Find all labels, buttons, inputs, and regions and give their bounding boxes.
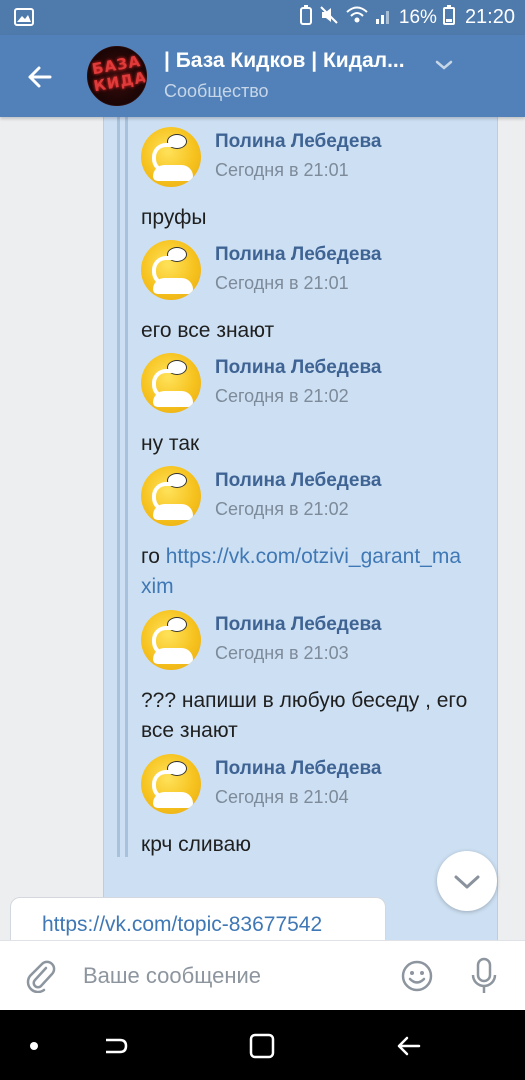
- recent-apps-icon[interactable]: [100, 1030, 132, 1062]
- message-text-prefix: го: [141, 545, 166, 568]
- gallery-notification-icon: [14, 8, 34, 31]
- author-name[interactable]: Полина Лебедева: [215, 758, 381, 780]
- message-time: Сегодня в 21:01: [215, 160, 349, 180]
- chevron-down-icon: [454, 875, 480, 889]
- message-link[interactable]: https://vk.com/topic-83677542: [42, 913, 322, 937]
- message-composer: [0, 940, 525, 1010]
- message-time: Сегодня в 21:01: [215, 273, 349, 293]
- message-time: Сегодня в 21:03: [215, 643, 349, 663]
- system-navigation-bar: [0, 1010, 525, 1080]
- clock: 21:20: [464, 6, 515, 28]
- message-text: пруфы: [141, 206, 207, 229]
- message-time: Сегодня в 21:04: [215, 787, 349, 807]
- author-name[interactable]: Полина Лебедева: [215, 470, 381, 492]
- chat-header: БАЗА КИДАЛ | База Кидков | Кидал... Сооб…: [0, 35, 525, 117]
- message-text: ну так: [141, 432, 200, 455]
- data-saver-icon: [299, 4, 313, 31]
- author-name[interactable]: Полина Лебедева: [215, 131, 381, 153]
- back-icon[interactable]: [393, 1030, 425, 1062]
- forward-indicator-line: [125, 117, 128, 857]
- home-icon[interactable]: [246, 1030, 278, 1062]
- wifi-icon: [345, 5, 369, 31]
- battery-icon: [442, 4, 455, 31]
- message-text: ??? напиши в любую беседу , его все знаю…: [141, 689, 468, 742]
- author-avatar[interactable]: [141, 240, 201, 300]
- message-list[interactable]: Полина Лебедева Сегодня в 21:01 пруфы По…: [0, 117, 525, 940]
- mute-icon: [319, 5, 339, 31]
- message-text: крч сливаю: [141, 833, 252, 856]
- message-text: его все знают: [141, 319, 275, 342]
- community-avatar[interactable]: БАЗА КИДАЛ: [87, 46, 147, 106]
- message-text: го https://vk.com/otzivi_garant_maxim: [141, 542, 471, 602]
- author-avatar[interactable]: [141, 754, 201, 814]
- author-name[interactable]: Полина Лебедева: [215, 614, 381, 636]
- emoji-icon[interactable]: [400, 959, 434, 993]
- status-bar: 16% 21:20: [0, 0, 525, 35]
- author-avatar[interactable]: [141, 466, 201, 526]
- message-time: Сегодня в 21:02: [215, 499, 349, 519]
- author-avatar[interactable]: [141, 610, 201, 670]
- avatar-logo-text: БАЗА КИДАЛ: [90, 51, 147, 96]
- author-name[interactable]: Полина Лебедева: [215, 244, 381, 266]
- dot-icon[interactable]: [18, 1030, 50, 1062]
- battery-percent: 16%: [398, 6, 437, 28]
- author-avatar[interactable]: [141, 127, 201, 187]
- author-avatar[interactable]: [141, 353, 201, 413]
- back-arrow-icon[interactable]: [20, 57, 60, 97]
- message-link[interactable]: https://vk.com/otzivi_garant_maxim: [141, 545, 461, 598]
- microphone-icon[interactable]: [468, 956, 500, 996]
- scroll-down-button[interactable]: [437, 851, 497, 911]
- signal-icon: [375, 5, 393, 31]
- community-title[interactable]: | База Кидков | Кидал...: [164, 49, 424, 73]
- author-name[interactable]: Полина Лебедева: [215, 357, 381, 379]
- chevron-down-icon[interactable]: [432, 53, 456, 77]
- community-subtitle: Сообщество: [164, 81, 269, 101]
- message-input[interactable]: [83, 959, 383, 993]
- forward-indicator-line: [117, 117, 120, 857]
- message-time: Сегодня в 21:02: [215, 386, 349, 406]
- paperclip-icon[interactable]: [24, 959, 58, 994]
